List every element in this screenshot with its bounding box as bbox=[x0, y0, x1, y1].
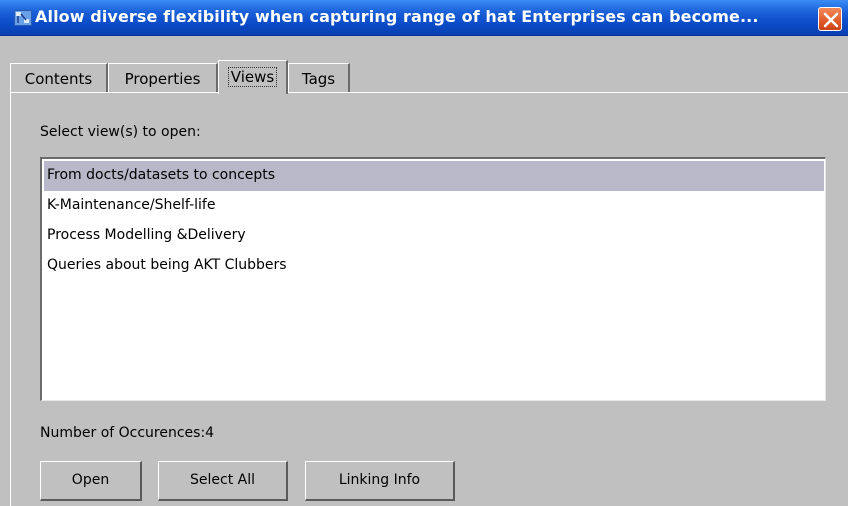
tab-label: Contents bbox=[24, 70, 93, 88]
list-item-label: Queries about being AKT Clubbers bbox=[47, 257, 287, 273]
occurrences-count: Number of Occurences:4 bbox=[40, 425, 215, 441]
list-item[interactable]: K-Maintenance/Shelf-life bbox=[44, 191, 824, 221]
linking-info-button[interactable]: Linking Info bbox=[305, 461, 455, 501]
app-window-icon bbox=[14, 10, 32, 26]
open-button-label: Open bbox=[71, 472, 110, 488]
list-item[interactable]: From docts/datasets to concepts bbox=[44, 161, 824, 191]
list-item-label: Process Modelling &Delivery bbox=[47, 227, 246, 243]
open-button[interactable]: Open bbox=[40, 461, 142, 501]
close-button[interactable] bbox=[818, 7, 842, 31]
views-listbox[interactable]: From docts/datasets to concepts K-Mainte… bbox=[40, 157, 826, 401]
close-icon bbox=[823, 12, 839, 28]
select-all-button[interactable]: Select All bbox=[158, 461, 288, 501]
select-views-label: Select view(s) to open: bbox=[40, 124, 201, 140]
tab-tags[interactable]: Tags bbox=[288, 63, 350, 93]
title-bar[interactable]: Allow diverse flexibility when capturing… bbox=[0, 0, 848, 36]
list-item[interactable]: Queries about being AKT Clubbers bbox=[44, 251, 824, 281]
tab-label: Properties bbox=[124, 70, 201, 88]
tab-strip: Contents Properties Views Tags bbox=[10, 60, 848, 94]
tab-properties[interactable]: Properties bbox=[108, 63, 218, 93]
list-item[interactable]: Process Modelling &Delivery bbox=[44, 221, 824, 251]
window-title: Allow diverse flexibility when capturing… bbox=[35, 7, 759, 26]
select-all-button-label: Select All bbox=[190, 472, 255, 488]
tab-label: Tags bbox=[301, 70, 336, 88]
linking-info-button-label: Linking Info bbox=[338, 472, 421, 488]
tab-views[interactable]: Views bbox=[218, 60, 288, 94]
list-item-label: From docts/datasets to concepts bbox=[47, 167, 276, 183]
list-item-label: K-Maintenance/Shelf-life bbox=[47, 197, 216, 213]
tab-contents[interactable]: Contents bbox=[10, 63, 108, 93]
tab-label: Views bbox=[227, 67, 278, 87]
